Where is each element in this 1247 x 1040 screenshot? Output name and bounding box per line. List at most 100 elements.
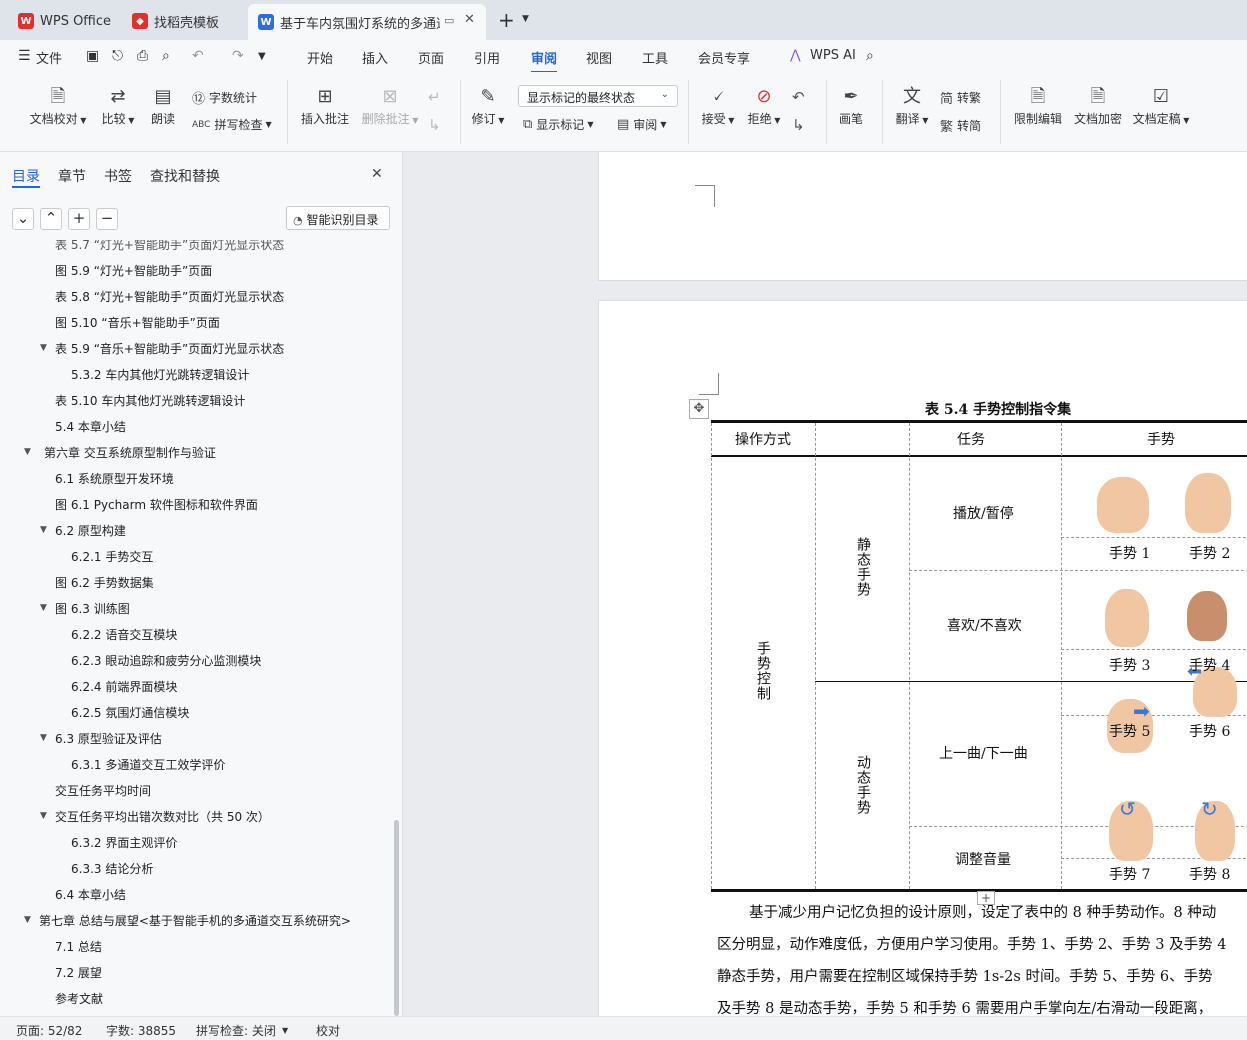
spell-check-status[interactable]: 拼写检查: 关闭 <box>196 1022 276 1039</box>
toc-item[interactable]: 6.2.3 眼动追踪和疲劳分心监测模块 <box>71 652 261 669</box>
toc-item[interactable]: 6.2.4 前端界面模块 <box>71 678 177 695</box>
add-toc-item-button[interactable]: + <box>68 208 90 230</box>
toc-item[interactable]: 6.2.2 语音交互模块 <box>71 626 177 643</box>
toc-toggle-icon[interactable]: ▼ <box>40 525 47 535</box>
share-icon[interactable]: ⎋ <box>112 48 123 64</box>
prev-comment-icon[interactable]: ↵ <box>428 88 441 106</box>
toc-toggle-icon[interactable]: ▼ <box>24 915 31 925</box>
menu-item-view[interactable]: 视图 <box>586 48 612 67</box>
menu-item-tools[interactable]: 工具 <box>642 48 668 67</box>
toc-item[interactable]: 参考文献 <box>55 990 103 1007</box>
save-icon[interactable]: ▣ <box>86 48 99 64</box>
table-move-handle-icon[interactable]: ✥ <box>689 399 709 419</box>
tab-list-chevron-icon[interactable]: ▼ <box>522 14 529 24</box>
screen-icon[interactable]: ▭ <box>444 14 454 27</box>
toc-toggle-icon[interactable]: ▼ <box>40 343 47 353</box>
toc-item[interactable]: 6.1 系统原型开发环境 <box>55 470 174 487</box>
toc-item[interactable]: 5.4 本章小结 <box>55 418 126 435</box>
toc-item[interactable]: 6.2 原型构建 <box>55 522 126 539</box>
toc-item[interactable]: 5.3.2 车内其他灯光跳转逻辑设计 <box>71 366 249 383</box>
hamburger-icon[interactable]: ☰ <box>18 48 31 64</box>
tab-sections[interactable]: 章节 <box>58 166 86 186</box>
redo-icon[interactable]: ↷ <box>232 48 244 64</box>
toc-item[interactable]: 图 5.9 “灯光+智能助手”页面 <box>55 262 212 279</box>
collapse-up-button[interactable]: ⌃ <box>40 208 62 230</box>
print-preview-icon[interactable]: ⌕ <box>162 48 170 64</box>
insert-comment-button[interactable]: ⊞ 插入批注 <box>298 84 352 127</box>
remove-toc-item-button[interactable]: − <box>96 208 118 230</box>
tab-find-replace[interactable]: 查找和替换 <box>150 166 220 186</box>
next-comment-icon[interactable]: ↳ <box>428 116 441 134</box>
undo-icon[interactable]: ↶ <box>192 48 204 64</box>
toc-item[interactable]: 6.3.3 结论分析 <box>71 860 153 877</box>
toc-item[interactable]: 表 5.8 “灯光+智能助手”页面灯光显示状态 <box>55 288 284 305</box>
toc-item[interactable]: 交互任务平均时间 <box>55 782 151 799</box>
toc-item[interactable]: 6.4 本章小结 <box>55 886 126 903</box>
toc-item[interactable]: 表 5.9 “音乐+智能助手”页面灯光显示状态 <box>55 340 284 357</box>
tab-bookmarks[interactable]: 书签 <box>104 166 132 186</box>
toc-item[interactable]: 7.2 展望 <box>55 964 102 981</box>
toc-item[interactable]: 表 5.10 车内其他灯光跳转逻辑设计 <box>55 392 245 409</box>
tab-docer-templates[interactable]: ◆ 找稻壳模板 <box>122 6 242 36</box>
smart-toc-button[interactable]: ◔ 智能识别目录 <box>286 206 390 230</box>
delete-comment-button[interactable]: ⊠ 删除批注 ▼ <box>358 84 422 127</box>
translate-button[interactable]: 文 翻译 ▼ <box>892 84 932 127</box>
menu-item-reference[interactable]: 引用 <box>474 48 500 67</box>
doc-check-button[interactable]: 🗎 文档校对 ▼ <box>28 84 88 127</box>
toc-item[interactable]: 6.3 原型验证及评估 <box>55 730 162 747</box>
close-tab-icon[interactable]: ✕ <box>464 12 475 27</box>
reject-button[interactable]: ⊘ 拒绝 ▼ <box>744 84 784 127</box>
proofread-status[interactable]: 校对 <box>316 1022 340 1039</box>
menu-item-insert[interactable]: 插入 <box>362 48 388 67</box>
tab-wps-office[interactable]: W WPS Office <box>8 6 120 36</box>
print-icon[interactable]: ⎙ <box>137 48 148 64</box>
toc-item[interactable]: 6.2.1 手势交互 <box>71 548 153 565</box>
toc-toggle-icon[interactable]: ▼ <box>40 811 47 821</box>
next-change-icon[interactable]: ↳ <box>792 116 805 134</box>
toc-item[interactable]: 图 6.2 手势数据集 <box>55 574 154 591</box>
toc-item[interactable]: 图 5.10 “音乐+智能助手”页面 <box>55 314 220 331</box>
menu-item-membership[interactable]: 会员专享 <box>698 48 750 67</box>
toc-item[interactable]: 第六章 交互系统原型制作与验证 <box>44 444 216 461</box>
pen-button[interactable]: ✒ 画笔 <box>836 84 866 127</box>
spell-check-button[interactable]: ABC 拼写检查 ▼ <box>192 116 272 133</box>
word-counter[interactable]: 字数: 38855 <box>106 1022 176 1039</box>
toc-toggle-icon[interactable]: ▼ <box>40 733 47 743</box>
menu-item-start[interactable]: 开始 <box>307 48 333 67</box>
page-counter[interactable]: 页面: 52/82 <box>16 1022 82 1039</box>
compare-button[interactable]: ⇄ 比较 ▼ <box>96 84 140 127</box>
show-markup-button[interactable]: ⧉ 显示标记 ▼ <box>523 116 593 133</box>
toc-item[interactable]: 7.1 总结 <box>55 938 102 955</box>
word-count-button[interactable]: ⑫ 字数统计 <box>192 88 257 107</box>
finalize-button[interactable]: ☑ 文档定稿 ▼ <box>1130 84 1192 127</box>
read-aloud-button[interactable]: ▤ 朗读 <box>148 84 178 127</box>
toc-item[interactable]: 6.2.5 氛围灯通信模块 <box>71 704 189 721</box>
toc-item[interactable]: 图 6.1 Pycharm 软件图标和软件界面 <box>55 496 258 513</box>
quick-access-chevron-icon[interactable]: ▼ <box>258 51 266 62</box>
menu-item-review[interactable]: 审阅 <box>531 48 558 73</box>
new-tab-plus-icon[interactable]: + <box>498 8 515 32</box>
prev-change-icon[interactable]: ↶ <box>792 88 805 106</box>
search-icon[interactable]: ⌕ <box>866 48 874 64</box>
toc-item[interactable]: 交互任务平均出错次数对比（共 50 次） <box>55 808 270 825</box>
toc-item[interactable]: 6.3.2 界面主观评价 <box>71 834 177 851</box>
tab-current-document[interactable]: W 基于车内氛围灯系统的多通道... ▭ ✕ <box>248 4 486 40</box>
menu-item-page[interactable]: 页面 <box>418 48 444 67</box>
chevron-down-icon[interactable]: ▼ <box>282 1026 288 1035</box>
tab-toc[interactable]: 目录 <box>12 166 40 186</box>
menu-file[interactable]: 文件 <box>36 48 62 67</box>
encrypt-button[interactable]: 🗎 文档加密 <box>1070 84 1126 127</box>
toc-item[interactable]: 图 6.3 训练图 <box>55 600 130 617</box>
toc-item-partial[interactable]: 表 5.7 “灯光+智能助手”页面灯光显示状态 <box>55 240 284 253</box>
to-simplified-button[interactable]: 繁转简 <box>940 116 981 135</box>
collapse-down-button[interactable]: ⌄ <box>12 208 34 230</box>
toc-item[interactable]: 第七章 总结与展望<基于智能手机的多通道交互系统研究> <box>39 912 351 929</box>
toc-toggle-icon[interactable]: ▼ <box>40 603 47 613</box>
toc-scrollbar-thumb[interactable] <box>394 820 399 1016</box>
restrict-edit-button[interactable]: 🗎 限制编辑 <box>1010 84 1066 127</box>
markup-mode-select[interactable]: 显示标记的最终状态 ⌄ <box>518 85 678 107</box>
to-traditional-button[interactable]: 简转繁 <box>940 88 981 107</box>
menu-item-wps-ai[interactable]: WPS AI <box>810 48 856 63</box>
close-pane-icon[interactable]: ✕ <box>371 166 383 182</box>
toc-toggle-icon[interactable]: ▼ <box>24 447 31 457</box>
